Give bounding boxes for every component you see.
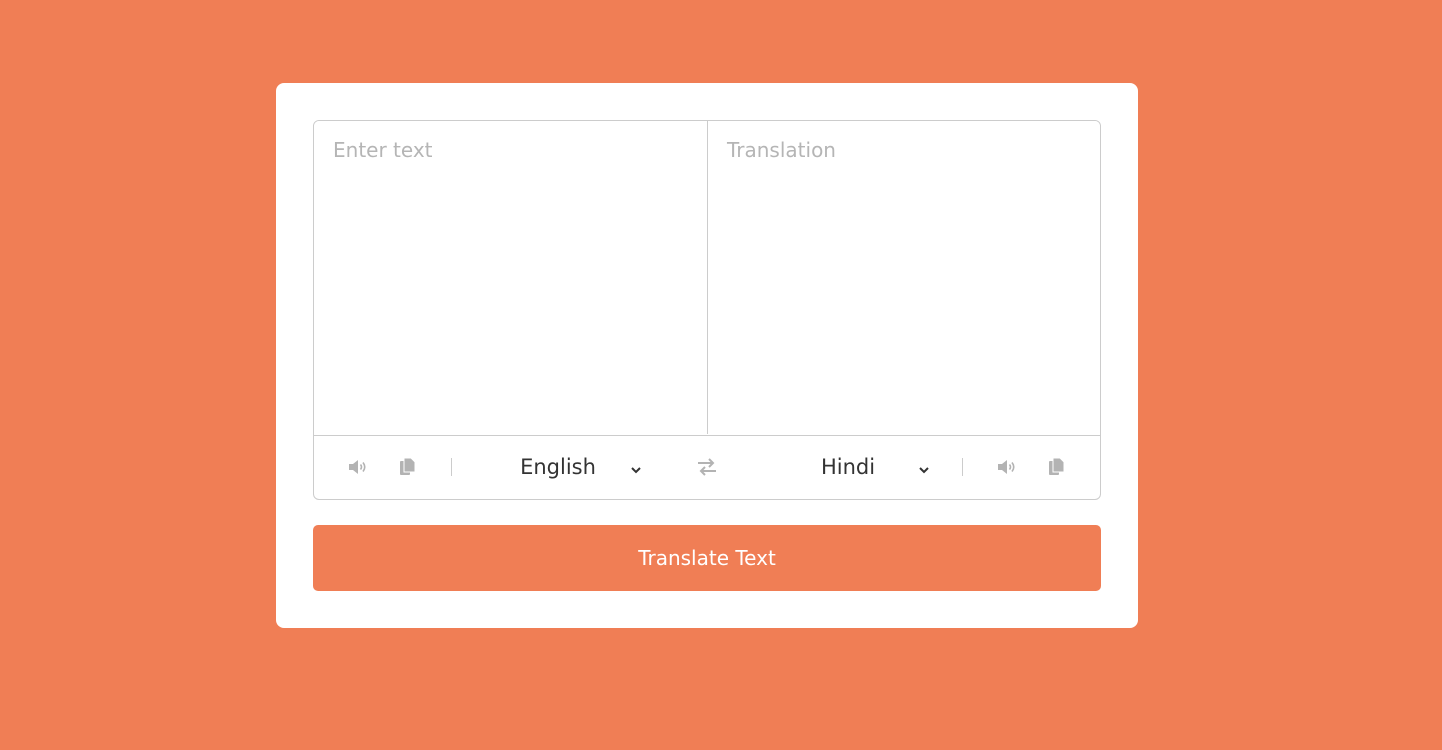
speaker-icon[interactable] [996,457,1016,477]
translator-card: English Hindi [276,83,1138,628]
divider [451,458,452,476]
source-language-select[interactable]: English [472,449,644,485]
target-language-select-wrap: Hindi [762,449,934,485]
copy-icon[interactable] [1048,457,1068,477]
translation-output[interactable] [707,121,1100,434]
target-language-select[interactable]: Hindi [762,449,934,485]
speaker-icon[interactable] [347,457,367,477]
exchange-icon[interactable] [696,457,716,477]
source-language-select-wrap: English [472,449,644,485]
copy-icon[interactable] [399,457,419,477]
translation-panel: English Hindi [313,120,1101,500]
source-text-input[interactable] [314,121,707,434]
divider [962,458,963,476]
translate-button[interactable]: Translate Text [313,525,1101,591]
text-input-row [314,121,1100,436]
controls-bar: English Hindi [314,435,1100,499]
